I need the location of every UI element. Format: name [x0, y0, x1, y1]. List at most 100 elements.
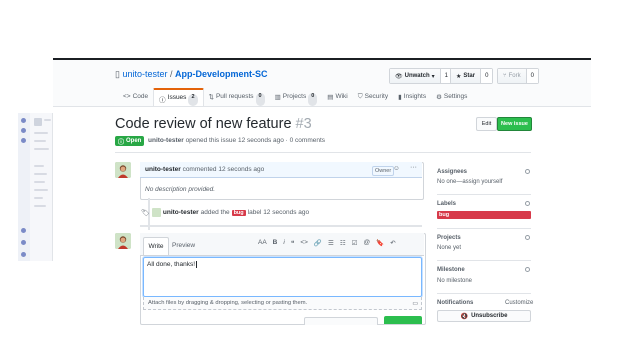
pull-request-icon: ⇅: [208, 94, 214, 101]
star-button-group: ★ Star 0: [450, 68, 494, 84]
link-icon[interactable]: 🔗: [314, 239, 322, 247]
stars-count[interactable]: 0: [481, 69, 493, 83]
more-options-icon[interactable]: ···: [410, 164, 417, 171]
bulleted-list-icon[interactable]: ☰: [328, 239, 334, 247]
pull-requests-count: 0: [255, 93, 265, 106]
comment-meta: unito-tester commented 12 seconds ago: [145, 166, 265, 173]
comment-submit-button[interactable]: [384, 316, 422, 324]
edit-title-button[interactable]: Edit: [476, 117, 497, 131]
panel-line: [44, 119, 51, 121]
customize-link[interactable]: Customize: [505, 300, 533, 306]
tab-issues[interactable]: ⓘ Issues 2: [153, 88, 204, 106]
numbered-list-icon[interactable]: ☷: [340, 239, 346, 247]
divider: [437, 194, 531, 195]
comment-textarea[interactable]: All done, thanks!: [143, 257, 422, 297]
issue-author-link[interactable]: unito-tester: [148, 137, 184, 144]
rail-icon[interactable]: [21, 228, 26, 233]
repo-owner-link[interactable]: unito-tester: [122, 69, 167, 79]
fork-button[interactable]: ⑂ Fork: [498, 69, 527, 83]
project-icon: ▥: [274, 94, 281, 101]
milestone-value: No milestone: [437, 278, 473, 284]
reaction-icon[interactable]: ☺: [393, 165, 400, 172]
tab-pull-requests[interactable]: ⇅ Pull requests 0: [204, 89, 270, 106]
issue-title: Code review of new feature #3: [115, 116, 312, 132]
markdown-icon: ▭: [412, 300, 418, 307]
gear-icon[interactable]: [525, 201, 530, 206]
label-event: 🏷 unito-tester added the bug label 12 se…: [141, 208, 310, 217]
tab-security[interactable]: ⛉ Security: [353, 89, 393, 106]
italic-icon[interactable]: i: [283, 239, 284, 247]
graph-icon: ▮: [398, 94, 402, 101]
projects-heading[interactable]: Projects: [437, 235, 461, 241]
assignees-heading[interactable]: Assignees: [437, 169, 467, 175]
labels-heading[interactable]: Labels: [437, 201, 456, 207]
forks-count[interactable]: 0: [526, 69, 538, 83]
panel-line: [34, 140, 46, 142]
task-list-icon[interactable]: ☑: [352, 239, 358, 247]
gear-icon: ⚙: [436, 94, 442, 101]
bold-icon[interactable]: B: [273, 239, 278, 247]
quote-icon[interactable]: ❝: [291, 239, 295, 247]
milestone-heading[interactable]: Milestone: [437, 267, 465, 273]
tab-code[interactable]: <> Code: [118, 89, 153, 106]
new-issue-button[interactable]: New issue: [497, 117, 532, 131]
gear-icon[interactable]: [525, 169, 530, 174]
header-text-icon[interactable]: AA: [258, 239, 267, 247]
issue-number: #3: [295, 116, 312, 132]
panel-thumbnail: [34, 118, 42, 126]
divider: [140, 225, 422, 227]
rail-icon[interactable]: [21, 138, 26, 143]
rail-icon[interactable]: [21, 118, 26, 123]
tab-write[interactable]: Write: [143, 237, 169, 255]
reply-icon[interactable]: ↶: [390, 239, 395, 247]
projects-count: 0: [308, 93, 318, 106]
comment-body: No description provided.: [145, 186, 216, 193]
close-issue-button[interactable]: [304, 317, 378, 325]
fork-button-group: ⑂ Fork 0: [497, 68, 539, 84]
issue-opened-icon: ⓘ: [118, 139, 125, 146]
rail-icon[interactable]: [21, 240, 26, 245]
tab-preview[interactable]: Preview: [172, 237, 195, 254]
event-actor-link[interactable]: unito-tester: [163, 209, 199, 216]
text-cursor: [196, 261, 198, 268]
panel-line: [34, 132, 48, 134]
repo-name-link[interactable]: App-Development-SC: [175, 69, 268, 79]
bookmark-icon[interactable]: 🔖: [376, 239, 384, 247]
mention-icon[interactable]: @: [364, 239, 371, 247]
gear-icon[interactable]: [525, 267, 530, 272]
tab-settings[interactable]: ⚙ Settings: [431, 89, 472, 106]
star-button[interactable]: ★ Star: [451, 69, 482, 83]
tab-wiki[interactable]: ▤ Wiki: [322, 89, 352, 106]
issue-meta: unito-tester opened this issue 12 second…: [148, 137, 326, 144]
repo-breadcrumb: ▯ unito-tester / App-Development-SC: [115, 69, 268, 80]
tag-icon: 🏷: [141, 209, 150, 217]
unwatch-button[interactable]: 👁 Unwatch ▾: [390, 69, 441, 83]
bug-label[interactable]: bug: [437, 211, 531, 219]
panel-line: [34, 173, 47, 175]
divider: [437, 228, 531, 229]
issues-count: 2: [188, 94, 198, 106]
shield-icon: ⛉: [357, 93, 363, 100]
code-icon[interactable]: <>: [300, 239, 308, 247]
mute-icon: 🔇: [460, 313, 469, 320]
avatar[interactable]: [151, 208, 161, 217]
repo-nav: <> Code ⓘ Issues 2 ⇅ Pull requests 0 ▥ Project…: [118, 88, 472, 106]
rail-icon[interactable]: [21, 128, 26, 133]
book-icon: ▤: [327, 94, 334, 101]
owner-badge: Owner: [372, 166, 395, 176]
attach-files-bar[interactable]: Attach files by dragging & dropping, sel…: [143, 297, 422, 310]
comment-author-link[interactable]: unito-tester: [145, 166, 181, 173]
panel-line: [34, 181, 45, 183]
avatar[interactable]: [115, 162, 131, 178]
assignees-value[interactable]: No one—assign yourself: [437, 179, 502, 185]
rail-icon[interactable]: [21, 252, 26, 257]
unsubscribe-button[interactable]: 🔇 Unsubscribe: [437, 310, 531, 322]
tab-projects[interactable]: ▥ Projects 0: [270, 89, 323, 106]
panel-line: [34, 197, 43, 199]
bug-label-chip[interactable]: bug: [231, 209, 246, 216]
projects-value: None yet: [437, 245, 462, 251]
unwatch-button-group: 👁 Unwatch ▾ 1: [389, 68, 453, 84]
gear-icon[interactable]: [525, 235, 530, 240]
tab-insights[interactable]: ▮ Insights: [393, 89, 431, 106]
avatar[interactable]: [115, 233, 131, 249]
